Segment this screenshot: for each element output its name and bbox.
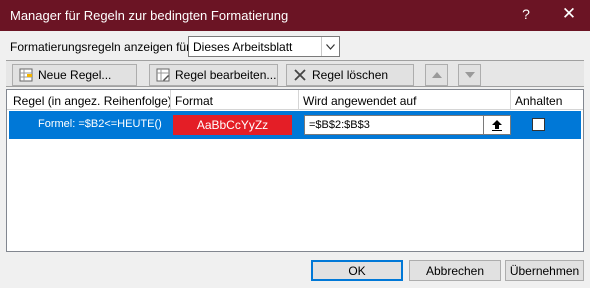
new-rule-button[interactable]: Neue Regel... <box>12 64 137 86</box>
column-separator[interactable] <box>510 90 511 110</box>
column-header-applies-to[interactable]: Wird angewendet auf <box>303 94 416 108</box>
title-bar: Manager für Regeln zur bedingten Formati… <box>0 0 590 31</box>
rule-description: Formel: =$B2<=HEUTE() <box>38 118 162 130</box>
new-rule-icon <box>19 68 33 82</box>
column-separator[interactable] <box>170 90 171 110</box>
delete-icon <box>293 68 307 82</box>
move-up-button[interactable] <box>425 64 448 86</box>
arrow-up-icon <box>431 72 442 78</box>
stop-if-true-checkbox[interactable] <box>532 118 545 131</box>
rules-toolbar: Neue Regel... Regel bearbeiten... Regel … <box>6 60 584 87</box>
edit-rule-icon <box>156 68 170 82</box>
column-header-format[interactable]: Format <box>175 94 213 108</box>
delete-rule-label: Regel löschen <box>312 68 389 82</box>
cancel-button[interactable]: Abbrechen <box>409 260 501 281</box>
apply-button[interactable]: Übernehmen <box>505 260 584 281</box>
window-title: Manager für Regeln zur bedingten Formati… <box>10 8 289 23</box>
delete-rule-button[interactable]: Regel löschen <box>286 64 414 86</box>
collapse-icon <box>492 119 502 131</box>
edit-rule-button[interactable]: Regel bearbeiten... <box>149 64 278 86</box>
show-rules-dropdown[interactable]: Dieses Arbeitsblatt <box>188 36 340 57</box>
rules-grid: Regel (in angez. Reihenfolge) Format Wir… <box>6 89 584 252</box>
table-row[interactable]: Formel: =$B2<=HEUTE() AaBbCcYyZz =$B$2:$… <box>9 111 581 139</box>
edit-rule-label: Regel bearbeiten... <box>175 68 277 82</box>
grid-header: Regel (in angez. Reihenfolge) Format Wir… <box>7 90 583 110</box>
column-header-rule[interactable]: Regel (in angez. Reihenfolge) <box>13 94 172 108</box>
applies-to-input[interactable]: =$B$2:$B$3 <box>304 115 511 135</box>
chevron-down-icon[interactable] <box>321 37 339 56</box>
column-header-stop[interactable]: Anhalten <box>515 94 562 108</box>
show-rules-value: Dieses Arbeitsblatt <box>193 40 293 54</box>
ok-button[interactable]: OK <box>311 260 403 281</box>
help-icon[interactable]: ? <box>519 6 533 22</box>
show-rules-label: Formatierungsregeln anzeigen für: <box>10 40 194 54</box>
collapse-dialog-button[interactable] <box>483 115 511 135</box>
arrow-down-icon <box>464 72 475 78</box>
close-icon[interactable]: ✕ <box>561 4 577 24</box>
column-separator[interactable] <box>298 90 299 110</box>
move-down-button[interactable] <box>458 64 481 86</box>
new-rule-label: Neue Regel... <box>38 68 112 82</box>
format-preview: AaBbCcYyZz <box>173 115 292 135</box>
